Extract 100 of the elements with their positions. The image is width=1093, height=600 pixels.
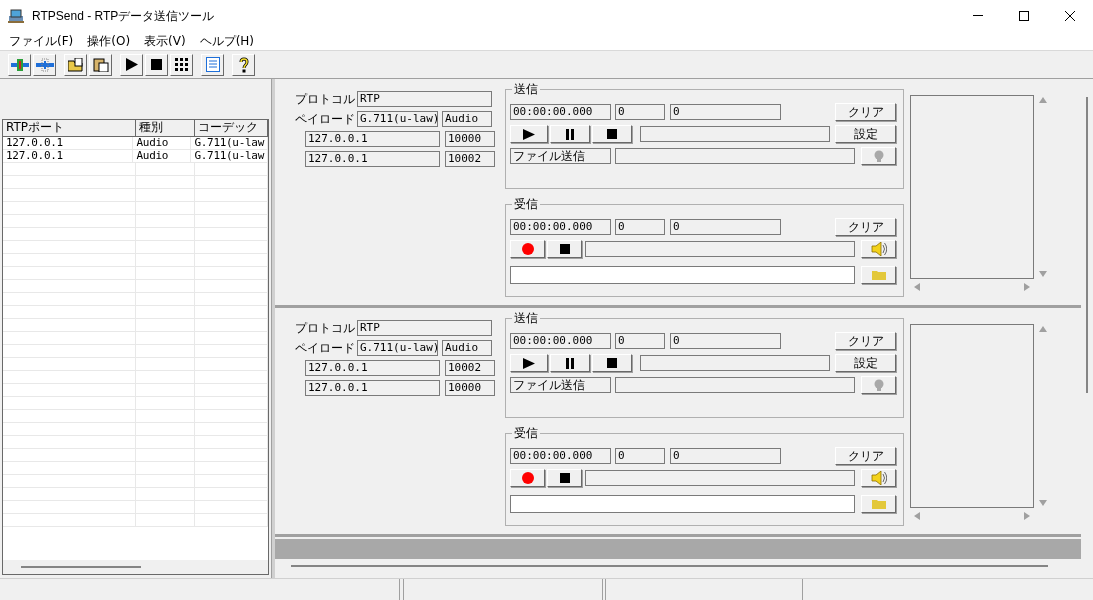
up-arrow-icon [1039,97,1047,103]
toolbar-button[interactable] [89,53,112,76]
payload-field: G.711(u-law) [357,111,438,127]
record-button[interactable] [510,469,545,487]
list-box[interactable] [910,324,1034,508]
count-field: 0 [615,448,665,464]
count-field: 0 [615,104,665,120]
stop-button[interactable] [592,125,632,143]
menu-item[interactable]: ヘルプ(H) [192,30,262,51]
settings-button[interactable]: 設定 [835,125,896,143]
clear-button[interactable]: クリア [835,103,896,121]
right-arrow-icon [1024,512,1030,520]
media-field: Audio [442,111,492,127]
record-button[interactable] [510,240,545,258]
column-header[interactable]: コーデック [195,120,268,137]
clear-button[interactable]: クリア [835,332,896,350]
pause-button[interactable] [550,354,590,372]
vertical-scrollbar[interactable] [1086,97,1088,393]
count-field: 0 [670,448,781,464]
pause-button[interactable] [550,125,590,143]
count-field: 0 [670,219,781,235]
speaker-button[interactable] [861,240,896,258]
stop-icon [607,129,617,139]
file-button[interactable] [861,147,896,165]
group-title: 受信 [512,196,540,212]
toolbar-button[interactable] [64,53,87,76]
stop-icon [607,358,617,368]
file-button[interactable] [861,376,896,394]
play-button[interactable] [510,125,548,143]
horizontal-scrollbar[interactable] [21,566,141,568]
table-cell: G.711(u-law [191,150,268,163]
port-field: 10002 [445,360,495,376]
maximize-icon [1019,10,1029,21]
file-send-label: ファイル送信 [510,148,611,164]
help-button[interactable] [232,53,255,76]
time-field: 00:00:00.000 [510,333,611,349]
time-field: 00:00:00.000 [510,104,611,120]
time-field: 00:00:00.000 [510,448,611,464]
address-field: 127.0.0.1 [305,380,440,396]
port-field: 10000 [445,380,495,396]
media-field: Audio [442,340,492,356]
down-arrow-icon [1039,500,1047,506]
play-icon [523,128,535,140]
question-mark-icon [238,56,249,73]
folder-button[interactable] [861,266,896,284]
count-field: 0 [615,219,665,235]
close-icon [1065,10,1075,21]
stop-button[interactable] [145,53,168,76]
file-send-label: ファイル送信 [510,377,611,393]
count-field: 0 [670,104,781,120]
list-box[interactable] [910,95,1034,279]
clear-button[interactable]: クリア [835,447,896,465]
window-title: RTPSend - RTPデータ送信ツール [32,7,215,25]
pause-icon [566,128,574,140]
folder-icon [871,499,886,509]
group-title: 受信 [512,425,540,441]
column-header[interactable]: RTPポート [3,120,136,137]
time-field: 00:00:00.000 [510,219,611,235]
record-icon [521,472,534,484]
stop-button[interactable] [547,240,582,258]
table-cell: Audio [133,137,192,150]
field-label: ペイロード [295,111,356,127]
column-header[interactable]: 種別 [136,120,195,137]
protocol-field: RTP [357,320,492,336]
toolbar-button[interactable] [170,53,193,76]
left-arrow-icon [914,512,920,520]
play-icon [125,58,138,71]
stop-button[interactable] [547,469,582,487]
horizontal-scrollbar[interactable] [291,565,1048,567]
menu-item[interactable]: 操作(O) [80,30,138,51]
list-icon [205,57,220,72]
menu-item[interactable]: ファイル(F) [2,30,81,51]
left-arrow-icon [914,283,920,291]
field-label: プロトコル [295,320,356,336]
play-icon [523,357,535,369]
folder-button[interactable] [861,495,896,513]
stop-button[interactable] [592,354,632,372]
play-button[interactable] [510,354,548,372]
stop-icon [559,244,570,254]
table-cell: Audio [133,150,192,163]
wave-icon [35,57,54,72]
table-cell: 127.0.0.1 [3,137,134,150]
speaker-button[interactable] [861,469,896,487]
clear-button[interactable]: クリア [835,218,896,236]
menu-item[interactable]: 表示(V) [137,30,193,51]
settings-button[interactable]: 設定 [835,354,896,372]
table-cell: G.711(u-law [191,137,268,150]
address-field: 127.0.0.1 [305,131,440,147]
stop-icon [151,59,162,70]
speaker-icon [870,471,887,485]
table-cell: 127.0.0.1 [3,150,134,163]
group-title: 送信 [512,81,540,97]
record-icon [521,243,534,255]
address-field: 127.0.0.1 [305,360,440,376]
count-field: 0 [615,333,665,349]
clipboard-icon [92,57,109,72]
play-button[interactable] [120,53,143,76]
up-arrow-icon [1039,326,1047,332]
count-field: 0 [670,333,781,349]
folder-icon [871,270,886,280]
